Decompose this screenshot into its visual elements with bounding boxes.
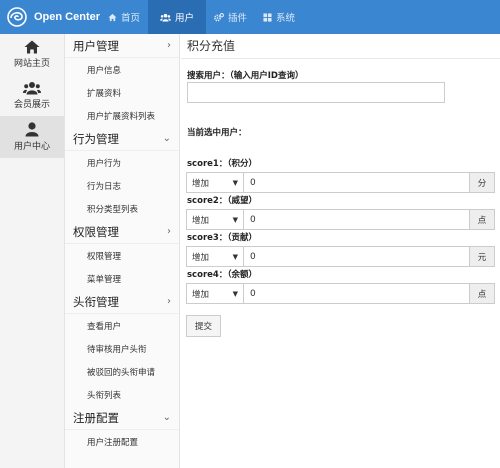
- sidebar-item-extended-profile-list[interactable]: 用户扩展资料列表: [65, 104, 179, 127]
- sidebar-item-extended-profile[interactable]: 扩展资料: [65, 81, 179, 104]
- sidebar-item-action-log[interactable]: 行为日志: [65, 174, 179, 197]
- icon-rail: 网站主页 会员展示 用户中心: [0, 34, 65, 468]
- nav-system-label: 系统: [276, 13, 296, 24]
- search-user-label: 搜索用户：（输入用户ID查询）: [187, 71, 304, 81]
- sidebar-group-title: 行为管理: [73, 131, 119, 146]
- caret-down-icon: ▼: [232, 252, 238, 261]
- divider: [181, 58, 500, 59]
- score4-operation-select[interactable]: 增加 ▼: [186, 283, 244, 304]
- nav-system[interactable]: 系统: [255, 0, 303, 34]
- sidebar-group-permission-management[interactable]: 权限管理 ›: [65, 220, 179, 244]
- score1-row: 增加 ▼ 0 分: [186, 172, 495, 193]
- chevron-down-icon: ⌄: [162, 133, 171, 144]
- caret-down-icon: ▼: [232, 289, 238, 298]
- score3-amount-input[interactable]: 0: [244, 246, 470, 267]
- users-icon: [23, 82, 41, 95]
- score3-operation-select[interactable]: 增加 ▼: [186, 246, 244, 267]
- users-icon: [160, 13, 171, 22]
- sidebar-group-title-management[interactable]: 头衔管理 ›: [65, 290, 179, 314]
- chevron-right-icon: ›: [167, 226, 171, 237]
- score3-label: score3：（贡献）: [187, 233, 258, 243]
- score3-row: 增加 ▼ 0 元: [186, 246, 495, 267]
- score3-unit-addon: 元: [470, 246, 495, 267]
- chevron-right-icon: ›: [167, 296, 171, 307]
- caret-down-icon: ▼: [232, 215, 238, 224]
- sidebar-item-pending-titles[interactable]: 待审核用户头衔: [65, 337, 179, 360]
- nav-users[interactable]: 用户: [148, 0, 207, 34]
- rail-item-members[interactable]: 会员展示: [0, 75, 64, 116]
- sidebar-group-title: 注册配置: [73, 410, 119, 425]
- swirl-logo-icon: [7, 7, 27, 27]
- sidebar-item-title-list[interactable]: 头衔列表: [65, 383, 179, 406]
- score1-label: score1：（积分）: [187, 159, 258, 169]
- main-content: 积分充值 搜索用户：（输入用户ID查询） 当前选中用户： score1：（积分）…: [181, 34, 500, 468]
- sidebar-item-user-actions[interactable]: 用户行为: [65, 151, 179, 174]
- brand[interactable]: Open Center: [6, 0, 100, 34]
- home-icon: [24, 40, 40, 54]
- rail-item-user-center[interactable]: 用户中心: [0, 116, 64, 158]
- sidebar-group-behavior-management[interactable]: 行为管理 ⌄: [65, 127, 179, 151]
- sidebar-group-user-management[interactable]: 用户管理 ›: [65, 34, 179, 58]
- rail-item-site-home-label: 网站主页: [13, 59, 50, 69]
- select-value: 增加: [192, 252, 210, 263]
- sidebar-group-title: 用户管理: [73, 38, 119, 53]
- score2-operation-select[interactable]: 增加 ▼: [186, 209, 244, 230]
- score4-amount-input[interactable]: 0: [244, 283, 470, 304]
- top-nav: 首页 用户 插件 系统: [100, 0, 303, 34]
- caret-down-icon: ▼: [232, 178, 238, 187]
- search-user-input[interactable]: [187, 82, 445, 103]
- score4-label: score4：（余额）: [187, 270, 258, 280]
- chevron-right-icon: ›: [167, 40, 171, 51]
- windows-icon: [263, 12, 272, 22]
- score1-unit-addon: 分: [470, 172, 495, 193]
- sidebar-item-registration-config[interactable]: 用户注册配置: [65, 430, 179, 453]
- score4-row: 增加 ▼ 0 点: [186, 283, 495, 304]
- cogs-icon: [214, 12, 224, 21]
- home-icon: [108, 13, 117, 21]
- score1-amount-input[interactable]: 0: [244, 172, 470, 193]
- score2-unit-addon: 点: [470, 209, 495, 230]
- brand-name: Open Center: [34, 11, 101, 23]
- rail-item-members-label: 会员展示: [13, 100, 50, 110]
- score4-unit-addon: 点: [470, 283, 495, 304]
- nav-users-label: 用户: [175, 13, 195, 24]
- sidebar-group-title: 权限管理: [73, 224, 119, 239]
- score2-row: 增加 ▼ 0 点: [186, 209, 495, 230]
- sidebar-item-score-types[interactable]: 积分类型列表: [65, 197, 179, 220]
- nav-home-label: 首页: [121, 13, 141, 24]
- score2-label: score2：（威望）: [187, 196, 258, 206]
- rail-item-site-home[interactable]: 网站主页: [0, 34, 64, 75]
- sidebar-item-rejected-titles[interactable]: 被驳回的头衔申请: [65, 360, 179, 383]
- select-value: 增加: [192, 178, 210, 189]
- sidebar-item-user-info[interactable]: 用户信息: [65, 58, 179, 81]
- sidebar-group-title: 头衔管理: [73, 294, 119, 309]
- sidebar: 用户管理 › 用户信息 扩展资料 用户扩展资料列表 行为管理 ⌄ 用户行为 行为…: [65, 34, 180, 468]
- select-value: 增加: [192, 215, 210, 226]
- current-user-label: 当前选中用户：: [187, 128, 247, 138]
- nav-plugins-label: 插件: [228, 13, 248, 24]
- score2-amount-input[interactable]: 0: [244, 209, 470, 230]
- submit-button[interactable]: 提交: [186, 315, 221, 337]
- sidebar-item-menu-management[interactable]: 菜单管理: [65, 267, 179, 290]
- page-title: 积分充值: [187, 39, 236, 53]
- nav-plugins[interactable]: 插件: [206, 0, 255, 34]
- user-icon: [25, 122, 39, 137]
- chevron-down-icon: ⌄: [162, 412, 171, 423]
- sidebar-item-view-users[interactable]: 查看用户: [65, 314, 179, 337]
- nav-home[interactable]: 首页: [100, 0, 148, 34]
- select-value: 增加: [192, 289, 210, 300]
- sidebar-item-permissions[interactable]: 权限管理: [65, 244, 179, 267]
- rail-item-user-center-label: 用户中心: [13, 142, 50, 152]
- top-navbar: Open Center 首页 用户 插件 系统: [0, 0, 500, 34]
- sidebar-group-registration-config[interactable]: 注册配置 ⌄: [65, 406, 179, 430]
- score1-operation-select[interactable]: 增加 ▼: [186, 172, 244, 193]
